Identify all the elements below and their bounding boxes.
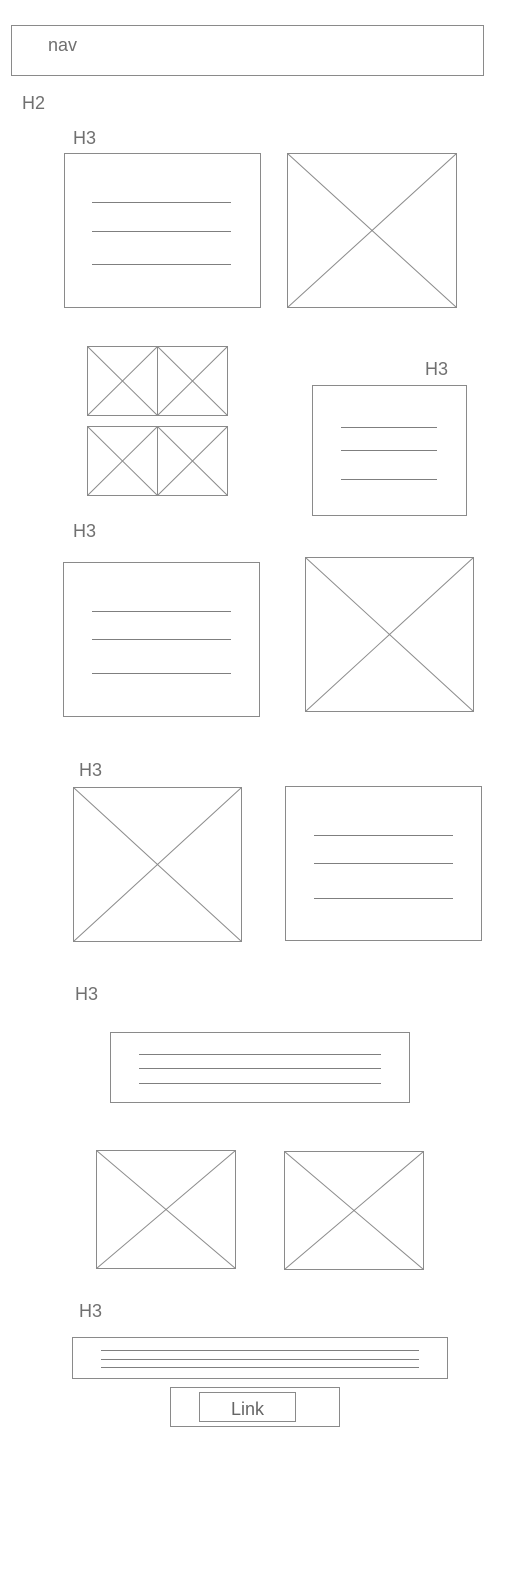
section-4-text-block [285,786,482,941]
text-line [101,1359,419,1360]
text-line [341,427,437,428]
section-3-heading: H3 [73,521,97,541]
thumbnail-placeholder [157,346,228,416]
page-heading-h2: H2 [22,93,46,113]
thumbnail-placeholder [87,426,158,496]
section-5-text-block [110,1032,410,1103]
text-line [101,1350,419,1351]
text-line [92,611,231,612]
text-line [92,202,231,203]
thumbnail-placeholder [157,426,228,496]
image-placeholder [73,787,242,942]
nav-label: nav [48,35,78,55]
text-line [139,1068,381,1069]
section-2-text-block [312,385,467,516]
text-line [92,639,231,640]
section-1-text-block [64,153,261,308]
text-line [314,863,453,864]
image-placeholder [287,153,457,308]
text-line [341,479,437,480]
thumbnail-placeholder [87,346,158,416]
link-label: Link [230,1399,265,1419]
section-5-heading: H3 [75,984,99,1004]
section-6-heading: H3 [79,1301,103,1321]
text-line [341,450,437,451]
text-line [314,898,453,899]
text-line [139,1054,381,1055]
text-line [314,835,453,836]
text-line [92,673,231,674]
nav-bar[interactable]: nav [11,25,484,76]
section-2-heading: H3 [425,359,449,379]
text-line [92,264,231,265]
image-placeholder [284,1151,424,1270]
section-6-text-block [72,1337,448,1379]
text-line [139,1083,381,1084]
image-placeholder [305,557,474,712]
section-3-text-block [63,562,260,717]
link-container: Link [170,1387,340,1427]
link-button[interactable]: Link [199,1392,296,1422]
text-line [92,231,231,232]
text-line [101,1367,419,1368]
section-4-heading: H3 [79,760,103,780]
image-placeholder [96,1150,236,1269]
section-1-heading: H3 [73,128,97,148]
